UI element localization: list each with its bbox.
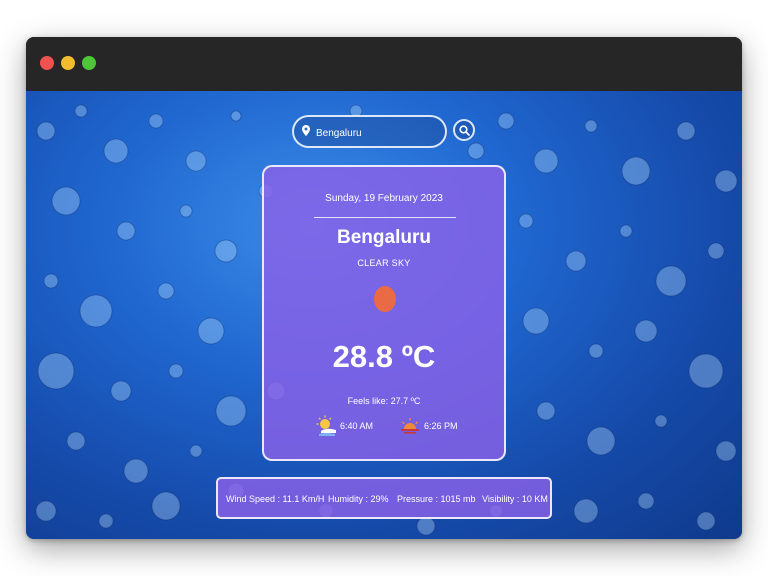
search-input[interactable] [314,122,443,144]
date-label: Sunday, 19 February 2023 [325,193,443,204]
pressure: Pressure : 1015 mb [397,494,476,504]
close-window-button[interactable] [40,56,54,70]
visibility: Visibility : 10 KM [482,494,548,504]
browser-window: Sunday, 19 February 2023 Bengaluru CLEAR… [26,37,742,539]
sunset-time: 6:26 PM [424,421,458,431]
clear-sky-sun-icon [374,286,396,312]
search-bar[interactable] [292,115,447,148]
title-bar [26,37,742,91]
humidity: Humidity : 29% [328,494,389,504]
minimize-window-button[interactable] [61,56,75,70]
feels-like: Feels like: 27.7 ºC [347,396,421,406]
weather-condition: CLEAR SKY [357,258,411,268]
weather-card: Sunday, 19 February 2023 Bengaluru CLEAR… [262,165,506,461]
maximize-window-button[interactable] [82,56,96,70]
search-icon [459,125,470,136]
divider [314,217,456,218]
search-button[interactable] [453,119,475,141]
wind-speed: Wind Speed : 11.1 Km/H [226,494,325,504]
weather-app: Sunday, 19 February 2023 Bengaluru CLEAR… [26,91,742,539]
city-name: Bengaluru [337,227,431,248]
sunrise-icon [316,415,336,436]
map-pin-icon [302,125,310,136]
sunrise-time: 6:40 AM [340,421,374,431]
sunset-icon [401,418,419,434]
temperature: 28.8 ºC [332,339,436,374]
weather-stats-bar: Wind Speed : 11.1 Km/H Humidity : 29% Pr… [216,477,552,519]
